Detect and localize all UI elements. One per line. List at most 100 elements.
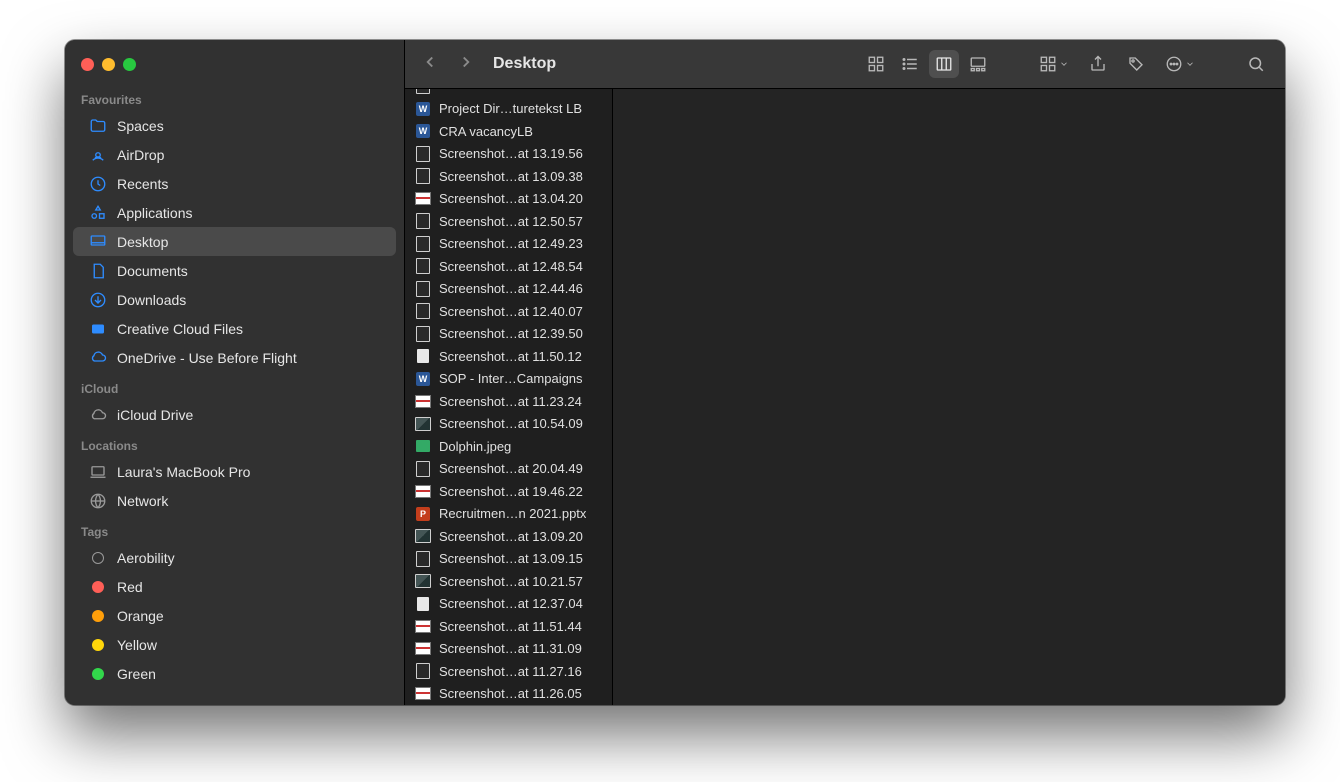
file-icon — [415, 281, 431, 297]
file-name: Screenshot…at 12.48.54 — [439, 259, 583, 274]
sidebar-item-tag-red[interactable]: Red — [73, 572, 396, 601]
sidebar-item-label: Aerobility — [117, 550, 175, 566]
file-name: Screenshot…at 12.37.04 — [439, 596, 583, 611]
sidebar-item-onedrive[interactable]: OneDrive - Use Before Flight — [73, 343, 396, 372]
file-icon — [415, 303, 431, 319]
file-row[interactable]: CRA vacancyLB — [405, 120, 612, 143]
sidebar-item-label: Laura's MacBook Pro — [117, 464, 250, 480]
window-controls — [65, 54, 404, 83]
file-name: Screenshot…at 19.46.22 — [439, 484, 583, 499]
file-row[interactable]: Screenshot…at 10.21.57 — [405, 570, 612, 593]
sidebar-item-tag-orange[interactable]: Orange — [73, 601, 396, 630]
sidebar-item-recents[interactable]: Recents — [73, 169, 396, 198]
file-row[interactable]: Screenshot…at 10.54.09 — [405, 413, 612, 436]
search-button[interactable] — [1241, 50, 1271, 78]
file-row[interactable]: Project Dir…turetekst LB — [405, 98, 612, 121]
file-row[interactable]: Screenshot…at 13.19.56 — [405, 143, 612, 166]
file-row[interactable]: Screenshot…at 13.04.20 — [405, 188, 612, 211]
forward-button[interactable] — [457, 53, 475, 76]
sidebar-item-spaces[interactable]: Spaces — [73, 111, 396, 140]
group-button[interactable] — [1033, 50, 1075, 78]
view-columns-button[interactable] — [929, 50, 959, 78]
share-button[interactable] — [1083, 50, 1113, 78]
file-icon — [415, 573, 431, 589]
file-row[interactable]: Screenshot…at 19.46.22 — [405, 480, 612, 503]
file-name: Screenshot…at 11.27.16 — [439, 664, 582, 679]
file-icon — [415, 393, 431, 409]
view-gallery-button[interactable] — [963, 50, 993, 78]
file-row[interactable]: Screenshot…at 11.27.16 — [405, 660, 612, 683]
sidebar-item-applications[interactable]: Applications — [73, 198, 396, 227]
file-icon — [415, 101, 431, 117]
doc-icon — [89, 262, 107, 280]
preview-pane — [613, 89, 1285, 705]
file-row[interactable]: Screenshot…at 12.39.50 — [405, 323, 612, 346]
view-switcher — [861, 50, 993, 78]
sidebar-item-label: Red — [117, 579, 143, 595]
file-row[interactable]: Screenshot…at 12.40.07 — [405, 300, 612, 323]
file-icon — [415, 483, 431, 499]
file-row[interactable]: SOP - Inter…Campaigns — [405, 368, 612, 391]
sidebar-item-label: Green — [117, 666, 156, 682]
sidebar-item-downloads[interactable]: Downloads — [73, 285, 396, 314]
file-row[interactable]: Screenshot…at 13.09.20 — [405, 525, 612, 548]
sidebar-item-label: Documents — [117, 263, 188, 279]
file-name: Screenshot…at 13.09.20 — [439, 529, 583, 544]
minimize-button[interactable] — [102, 58, 115, 71]
sidebar-item-airdrop[interactable]: AirDrop — [73, 140, 396, 169]
tag-dot-icon — [92, 610, 104, 622]
file-name: Project Dir…turetekst LB — [439, 101, 582, 116]
file-row[interactable] — [405, 89, 612, 98]
sidebar-item-label: Network — [117, 493, 168, 509]
folder-icon — [89, 117, 107, 135]
close-button[interactable] — [81, 58, 94, 71]
file-icon — [415, 438, 431, 454]
file-icon — [415, 641, 431, 657]
file-row[interactable]: Screenshot…at 11.23.24 — [405, 390, 612, 413]
file-icon — [415, 686, 431, 702]
sidebar-item-creative-cloud[interactable]: Creative Cloud Files — [73, 314, 396, 343]
sidebar-item-label: Recents — [117, 176, 168, 192]
file-row[interactable]: Screenshot…at 20.04.49 — [405, 458, 612, 481]
more-button[interactable] — [1159, 50, 1201, 78]
file-row[interactable]: Screenshot…at 13.09.38 — [405, 165, 612, 188]
toolbar: Desktop — [405, 40, 1285, 89]
back-button[interactable] — [421, 53, 439, 76]
file-row[interactable]: Screenshot…at 13.09.15 — [405, 548, 612, 571]
sidebar-item-documents[interactable]: Documents — [73, 256, 396, 285]
icloud-icon — [89, 406, 107, 424]
file-row[interactable]: Screenshot…at 11.50.12 — [405, 345, 612, 368]
file-row[interactable]: Screenshot…at 12.37.04 — [405, 593, 612, 616]
file-row[interactable]: Screenshot…at 11.26.05 — [405, 683, 612, 706]
file-row[interactable]: Recruitmen…n 2021.pptx — [405, 503, 612, 526]
file-row[interactable]: Screenshot…at 12.50.57 — [405, 210, 612, 233]
sidebar-item-tag-green[interactable]: Green — [73, 659, 396, 688]
tags-button[interactable] — [1121, 50, 1151, 78]
file-row[interactable]: Screenshot…at 12.48.54 — [405, 255, 612, 278]
sidebar-item-desktop[interactable]: Desktop — [73, 227, 396, 256]
sidebar-item-this-mac[interactable]: Laura's MacBook Pro — [73, 457, 396, 486]
view-list-button[interactable] — [895, 50, 925, 78]
file-row[interactable]: Screenshot…at 11.31.09 — [405, 638, 612, 661]
tag-dot-icon — [92, 668, 104, 680]
sidebar-item-tag-yellow[interactable]: Yellow — [73, 630, 396, 659]
file-column[interactable]: Project Dir…turetekst LBCRA vacancyLBScr… — [405, 89, 613, 705]
file-row[interactable]: Dolphin.jpeg — [405, 435, 612, 458]
file-name: Screenshot…at 10.21.57 — [439, 574, 583, 589]
file-name: Screenshot…at 13.09.15 — [439, 551, 583, 566]
sidebar-item-network[interactable]: Network — [73, 486, 396, 515]
file-name: Screenshot…at 13.09.38 — [439, 169, 583, 184]
view-icons-button[interactable] — [861, 50, 891, 78]
file-name: Screenshot…at 12.40.07 — [439, 304, 583, 319]
file-row[interactable]: Screenshot…at 12.44.46 — [405, 278, 612, 301]
file-icon — [415, 551, 431, 567]
sidebar-item-icloud-drive[interactable]: iCloud Drive — [73, 400, 396, 429]
cloud-icon — [89, 349, 107, 367]
main-area: Desktop — [405, 40, 1285, 705]
zoom-button[interactable] — [123, 58, 136, 71]
file-row[interactable]: Screenshot…at 12.49.23 — [405, 233, 612, 256]
file-icon — [415, 348, 431, 364]
sidebar-item-tag-aerobility[interactable]: Aerobility — [73, 543, 396, 572]
desktop-icon — [89, 233, 107, 251]
file-row[interactable]: Screenshot…at 11.51.44 — [405, 615, 612, 638]
